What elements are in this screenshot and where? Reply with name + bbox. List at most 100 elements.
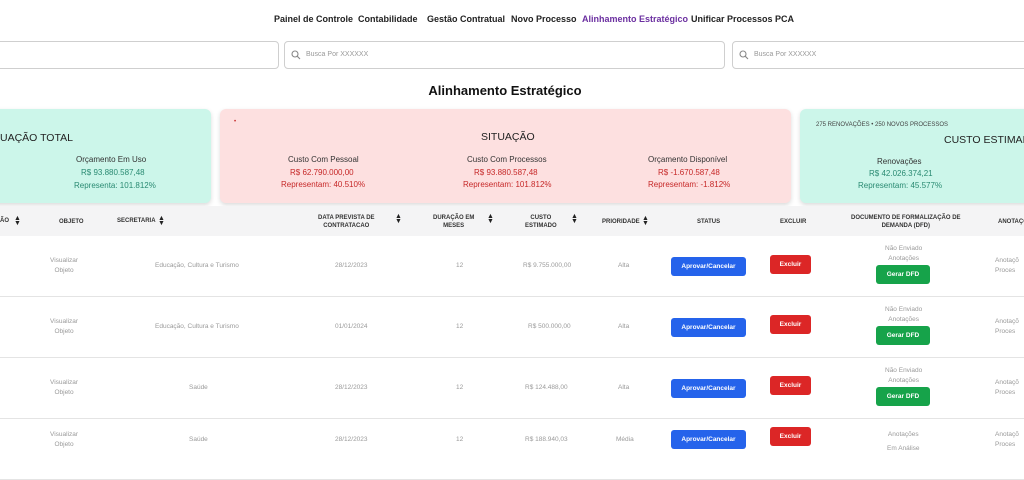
excluir-button[interactable]: Excluir: [770, 427, 811, 446]
custo-pessoal-label: Custo Com Pessoal: [288, 155, 359, 164]
nav-painel-de-controle[interactable]: Painel de Controle: [274, 14, 353, 24]
cell-data: 28/12/2023: [335, 262, 368, 269]
sort-icon[interactable]: ▲ ▼: [487, 213, 494, 225]
custo-processos-label: Custo Com Processos: [467, 155, 547, 164]
search-placeholder: Busca Por XXXXXX: [306, 51, 369, 58]
orcamento-disponivel-value: R$ -1.670.587,48: [658, 168, 720, 177]
card-label: Orçamento Em Uso: [76, 155, 147, 164]
search-input-2[interactable]: Busca Por XXXXXX: [284, 41, 725, 69]
cell-anotacoes[interactable]: Anotaçõ Proces: [995, 430, 1019, 450]
cell-prioridade: Alta: [618, 384, 630, 391]
nav-novo-processo[interactable]: Novo Processo: [511, 14, 577, 24]
cell-duracao: 12: [456, 384, 464, 391]
cell-prioridade: Média: [616, 436, 634, 443]
page-title: Alinhamento Estratégico: [428, 83, 582, 98]
custo-processos-value: R$ 93.880.587,48: [474, 168, 538, 177]
table-row: Visualizar Objeto Saúde 28/12/2023 12 R$ …: [0, 419, 1024, 480]
cell-anotacoes[interactable]: Anotaçõ Proces: [995, 256, 1019, 276]
cell-duracao: 12: [456, 436, 464, 443]
dfd-status: Anotações Em Análise: [887, 431, 920, 452]
card-value: R$ 42.026.374,21: [869, 169, 933, 178]
cell-prioridade: Alta: [618, 262, 630, 269]
card-value: R$ 93.880.587,48: [81, 168, 145, 177]
col-objeto: OBJETO: [59, 219, 84, 225]
cell-secretaria: Educação, Cultura e Turismo: [155, 262, 239, 269]
aprovar-cancelar-button[interactable]: Aprovar/Cancelar: [671, 430, 746, 449]
cell-anotacoes[interactable]: Anotaçõ Proces: [995, 378, 1019, 398]
excluir-button[interactable]: Excluir: [770, 315, 811, 334]
sort-icon[interactable]: ▲ ▼: [571, 213, 578, 225]
sort-icon[interactable]: ▲ ▼: [14, 215, 21, 227]
col-duracao: DURAÇÃO EM MESES: [433, 215, 475, 229]
cell-data: 28/12/2023: [335, 436, 368, 443]
dfd-status: Não Enviado Anotações: [885, 367, 923, 384]
card-title: CUSTO ESTIMADO: [944, 134, 1024, 146]
card-label: Renovações: [877, 157, 922, 166]
cell-duracao: 12: [456, 323, 464, 330]
visualizar-objeto-link[interactable]: Visualizar Objeto: [50, 256, 78, 276]
cell-custo: R$ 500.000,00: [528, 323, 571, 330]
visualizar-objeto-link[interactable]: Visualizar Objeto: [50, 430, 78, 450]
dfd-status: Não Enviado Anotações: [885, 245, 923, 262]
col-status: STATUS: [697, 219, 721, 225]
cell-secretaria: Educação, Cultura e Turismo: [155, 323, 239, 330]
custo-processos-percent: Representam: 101.812%: [463, 180, 552, 189]
gerar-dfd-button[interactable]: Gerar DFD: [876, 326, 930, 345]
search-icon: [291, 50, 301, 60]
sort-icon[interactable]: ▲ ▼: [158, 215, 165, 227]
nav-alinhamento-estrategico[interactable]: Alinhamento Estratégico: [582, 14, 688, 24]
card-custo-estimado: 275 RENOVAÇÕES • 250 NOVOS PROCESSOS CUS…: [800, 109, 1024, 203]
sort-icon[interactable]: ▲ ▼: [395, 213, 402, 225]
col-data-prevista: DATA PREVISTA DE CONTRATACAO: [318, 215, 375, 229]
card-counts: 275 RENOVAÇÕES • 250 NOVOS PROCESSOS: [816, 122, 949, 128]
cell-data: 28/12/2023: [335, 384, 368, 391]
card-total: UAÇÃO TOTAL Orçamento Em Uso R$ 93.880.5…: [0, 109, 211, 203]
search-input-3[interactable]: Busca Por XXXXXX: [732, 41, 1024, 69]
nav-gestao-contratual[interactable]: Gestão Contratual: [427, 14, 505, 24]
cell-custo: R$ 188.940,03: [525, 436, 568, 443]
col-anotacoes: ANOTAÇÕ: [998, 219, 1024, 225]
cell-custo: R$ 124.488,00: [525, 384, 568, 391]
search-placeholder: Busca Por XXXXXX: [754, 51, 817, 58]
top-nav: Painel de Controle Contabilidade Gestão …: [0, 14, 1024, 26]
table-row: Visualizar Objeto Educação, Cultura e Tur…: [0, 236, 1024, 297]
gerar-dfd-button[interactable]: Gerar DFD: [876, 265, 930, 284]
col-situacao: ÃO: [0, 218, 9, 224]
dfd-status: Não Enviado Anotações: [885, 306, 923, 323]
card-percent: Representa: 101.812%: [74, 181, 156, 190]
sort-icon[interactable]: ▲ ▼: [642, 215, 649, 227]
card-situacao: • SITUAÇÃO Custo Com Pessoal R$ 62.790.0…: [220, 109, 791, 203]
cell-prioridade: Alta: [618, 323, 630, 330]
table-row: Visualizar Objeto Educação, Cultura e Tur…: [0, 297, 1024, 358]
excluir-button[interactable]: Excluir: [770, 255, 811, 274]
cell-secretaria: Saúde: [189, 436, 208, 443]
card-percent: Representam: 45.577%: [858, 181, 943, 190]
search-input-1[interactable]: [0, 41, 279, 69]
card-title: SITUAÇÃO: [481, 131, 535, 143]
aprovar-cancelar-button[interactable]: Aprovar/Cancelar: [671, 318, 746, 337]
nav-unificar-processos[interactable]: Unificar Processos: [691, 14, 773, 24]
custo-pessoal-value: R$ 62.790.000,00: [290, 168, 354, 177]
visualizar-objeto-link[interactable]: Visualizar Objeto: [50, 378, 78, 398]
visualizar-objeto-link[interactable]: Visualizar Objeto: [50, 317, 78, 337]
nav-pca[interactable]: PCA: [775, 14, 794, 24]
aprovar-cancelar-button[interactable]: Aprovar/Cancelar: [671, 379, 746, 398]
excluir-button[interactable]: Excluir: [770, 376, 811, 395]
col-prioridade: PRIORIDADE: [602, 219, 640, 225]
col-custo-estimado: CUSTO ESTIMADO: [525, 215, 557, 229]
orcamento-disponivel-percent: Representam: -1.812%: [648, 180, 731, 189]
table-header: ÃO ▲ ▼ OBJETO SECRETARIA ▲ ▼ DATA PREVISTA…: [0, 206, 1024, 236]
gerar-dfd-button[interactable]: Gerar DFD: [876, 387, 930, 406]
custo-pessoal-percent: Representam: 40.510%: [281, 180, 366, 189]
cell-data: 01/01/2024: [335, 323, 368, 330]
cell-anotacoes[interactable]: Anotaçõ Proces: [995, 317, 1019, 337]
cell-custo: R$ 9.755.000,00: [523, 262, 572, 269]
nav-contabilidade[interactable]: Contabilidade: [358, 14, 418, 24]
search-icon: [739, 50, 749, 60]
aprovar-cancelar-button[interactable]: Aprovar/Cancelar: [671, 257, 746, 276]
cell-duracao: 12: [456, 262, 464, 269]
orcamento-disponivel-label: Orçamento Disponível: [648, 155, 728, 164]
table-row: Visualizar Objeto Saúde 28/12/2023 12 R$ …: [0, 358, 1024, 419]
col-dfd: DOCUMENTO DE FORMALIZAÇÃO DE DEMANDA (DFD…: [851, 215, 961, 229]
cell-secretaria: Saúde: [189, 384, 208, 391]
